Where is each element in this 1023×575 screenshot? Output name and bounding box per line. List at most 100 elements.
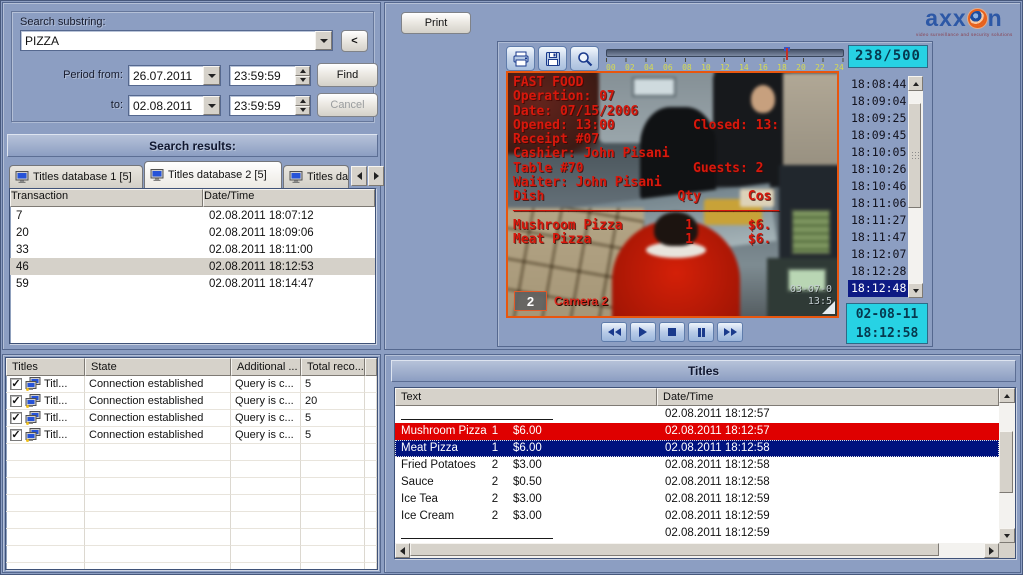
to-time-value[interactable]: 23:59:59 bbox=[230, 97, 295, 115]
to-date-combo[interactable]: 02.08.2011 bbox=[128, 95, 221, 116]
column-header-datetime[interactable]: Date/Time bbox=[657, 388, 999, 406]
rewind-button[interactable] bbox=[601, 322, 627, 342]
table-row[interactable]: 3302.08.2011 18:11:00 bbox=[10, 241, 375, 258]
scrollbar-thumb[interactable] bbox=[410, 543, 939, 556]
tab-titles-database-2[interactable]: Titles database 2 [5] bbox=[144, 161, 282, 188]
timestamp-item[interactable]: 18:11:27 bbox=[848, 212, 908, 229]
to-date-value[interactable]: 02.08.2011 bbox=[129, 97, 203, 115]
scroll-left-button[interactable] bbox=[395, 543, 410, 558]
timestamp-item[interactable]: 18:11:47 bbox=[848, 229, 908, 246]
stop-button[interactable] bbox=[659, 322, 685, 342]
from-date-dropdown-button[interactable] bbox=[203, 66, 220, 85]
table-row[interactable]: ✓Titl... Connection established Query is… bbox=[6, 376, 377, 393]
column-header-total[interactable]: Total reco... bbox=[301, 358, 365, 376]
table-row[interactable]: Fried Potatoes2$3.00 02.08.2011 18:12:58 bbox=[395, 457, 999, 474]
video-frame[interactable]: FAST FOOD Operation: 07 Date: 07/15/2006… bbox=[506, 71, 839, 318]
timestamp-item-selected[interactable]: 18:12:48 bbox=[848, 280, 908, 297]
from-time-spinner[interactable]: 23:59:59 bbox=[229, 65, 311, 86]
search-substring-dropdown-button[interactable] bbox=[315, 31, 332, 50]
scroll-up-button[interactable] bbox=[999, 388, 1015, 403]
tab-scroll-left-button[interactable] bbox=[351, 166, 367, 186]
from-time-spin-buttons[interactable] bbox=[295, 66, 310, 85]
tab-scroll-right-button[interactable] bbox=[368, 166, 384, 186]
timestamp-item[interactable]: 18:12:07 bbox=[848, 246, 908, 263]
resize-grip[interactable] bbox=[822, 301, 835, 314]
spin-up-button[interactable] bbox=[295, 66, 310, 76]
axxon-logo: axxn video surveillance and security sol… bbox=[916, 6, 1012, 37]
print-frame-button[interactable] bbox=[506, 46, 535, 71]
column-header-text[interactable]: Text bbox=[395, 388, 657, 406]
timestamp-scrollbar[interactable] bbox=[908, 76, 923, 298]
table-row[interactable]: ✓Titl... Connection established Query is… bbox=[6, 427, 377, 444]
empty-row bbox=[6, 512, 377, 529]
timestamp-item[interactable]: 18:12:28 bbox=[848, 263, 908, 280]
row-checkbox[interactable]: ✓ bbox=[10, 429, 22, 441]
collapse-button[interactable]: < bbox=[341, 30, 368, 52]
table-row[interactable]: Sauce2$0.50 02.08.2011 18:12:58 bbox=[395, 474, 999, 491]
spin-up-button[interactable] bbox=[295, 96, 310, 106]
row-checkbox[interactable]: ✓ bbox=[10, 395, 22, 407]
timeline-groove[interactable] bbox=[606, 49, 844, 57]
scrollbar-track[interactable] bbox=[908, 91, 923, 283]
table-row[interactable]: ✓Titl... Connection established Query is… bbox=[6, 410, 377, 427]
timestamp-item[interactable]: 18:08:44 bbox=[848, 76, 908, 93]
spin-down-button[interactable] bbox=[295, 76, 310, 86]
scroll-up-button[interactable] bbox=[908, 76, 923, 91]
fast-forward-button[interactable] bbox=[717, 322, 743, 342]
scrollbar-thumb[interactable] bbox=[908, 103, 921, 208]
titles-horizontal-scrollbar[interactable] bbox=[395, 543, 999, 558]
cancel-button[interactable]: Cancel bbox=[317, 93, 378, 117]
scrollbar-track[interactable] bbox=[999, 403, 1015, 528]
scroll-down-button[interactable] bbox=[999, 528, 1015, 543]
column-header-state[interactable]: State bbox=[85, 358, 231, 376]
zoom-frame-button[interactable] bbox=[570, 46, 599, 71]
timestamp-item[interactable]: 18:09:45 bbox=[848, 127, 908, 144]
to-time-spin-buttons[interactable] bbox=[295, 96, 310, 115]
titles-vertical-scrollbar[interactable] bbox=[999, 388, 1015, 543]
pause-button[interactable] bbox=[688, 322, 714, 342]
search-substring-value[interactable]: PIZZA bbox=[21, 32, 315, 50]
column-header-transaction[interactable]: Transaction bbox=[10, 189, 203, 207]
tab-titles-database-3[interactable]: Titles dat. bbox=[283, 165, 349, 188]
scroll-down-button[interactable] bbox=[908, 283, 923, 298]
tab-titles-database-1[interactable]: Titles database 1 [5] bbox=[9, 165, 143, 188]
timestamp-item[interactable]: 18:10:26 bbox=[848, 161, 908, 178]
table-row[interactable]: 702.08.2011 18:07:12 bbox=[10, 207, 375, 224]
save-frame-button[interactable] bbox=[538, 46, 567, 71]
table-row-separator[interactable]: 02.08.2011 18:12:59 bbox=[395, 525, 999, 542]
scrollbar-thumb[interactable] bbox=[999, 431, 1013, 493]
table-row-highlighted-red[interactable]: Mushroom Pizza1$6.00 02.08.2011 18:12:57 bbox=[395, 423, 999, 440]
timeline-marker[interactable] bbox=[786, 48, 788, 60]
timestamp-item[interactable]: 18:10:46 bbox=[848, 178, 908, 195]
table-row[interactable]: Ice Cream2$3.00 02.08.2011 18:12:59 bbox=[395, 508, 999, 525]
timestamp-item[interactable]: 18:11:06 bbox=[848, 195, 908, 212]
play-button[interactable] bbox=[630, 322, 656, 342]
timestamp-item[interactable]: 18:10:05 bbox=[848, 144, 908, 161]
print-button[interactable]: Print bbox=[401, 12, 471, 34]
row-checkbox[interactable]: ✓ bbox=[10, 378, 22, 390]
table-row[interactable]: 2002.08.2011 18:09:06 bbox=[10, 224, 375, 241]
table-row-separator[interactable]: 02.08.2011 18:12:57 bbox=[395, 406, 999, 423]
column-header-additional[interactable]: Additional ... bbox=[231, 358, 301, 376]
search-substring-combo[interactable]: PIZZA bbox=[20, 30, 333, 51]
row-checkbox[interactable]: ✓ bbox=[10, 412, 22, 424]
find-button[interactable]: Find bbox=[317, 63, 378, 87]
spin-down-button[interactable] bbox=[295, 106, 310, 116]
scrollbar-track[interactable] bbox=[410, 543, 984, 558]
table-row[interactable]: 5902.08.2011 18:14:47 bbox=[10, 275, 375, 292]
table-row-selected[interactable]: Meat Pizza1$6.00 02.08.2011 18:12:58 bbox=[395, 440, 999, 457]
table-row[interactable]: ✓Titl... Connection established Query is… bbox=[6, 393, 377, 410]
timestamp-item[interactable]: 18:09:25 bbox=[848, 110, 908, 127]
table-row[interactable]: Ice Tea2$3.00 02.08.2011 18:12:59 bbox=[395, 491, 999, 508]
to-time-spinner[interactable]: 23:59:59 bbox=[229, 95, 311, 116]
timestamp-item[interactable]: 18:09:04 bbox=[848, 93, 908, 110]
from-time-value[interactable]: 23:59:59 bbox=[230, 67, 295, 85]
column-header-datetime[interactable]: Date/Time bbox=[203, 189, 375, 207]
from-date-combo[interactable]: 26.07.2011 bbox=[128, 65, 221, 86]
table-row-selected[interactable]: 4602.08.2011 18:12:53 bbox=[10, 258, 375, 275]
scroll-right-button[interactable] bbox=[984, 543, 999, 558]
to-date-dropdown-button[interactable] bbox=[203, 96, 220, 115]
from-date-value[interactable]: 26.07.2011 bbox=[129, 67, 203, 85]
column-header-titles[interactable]: Titles bbox=[6, 358, 85, 376]
cell-qty: 1 bbox=[483, 425, 507, 437]
